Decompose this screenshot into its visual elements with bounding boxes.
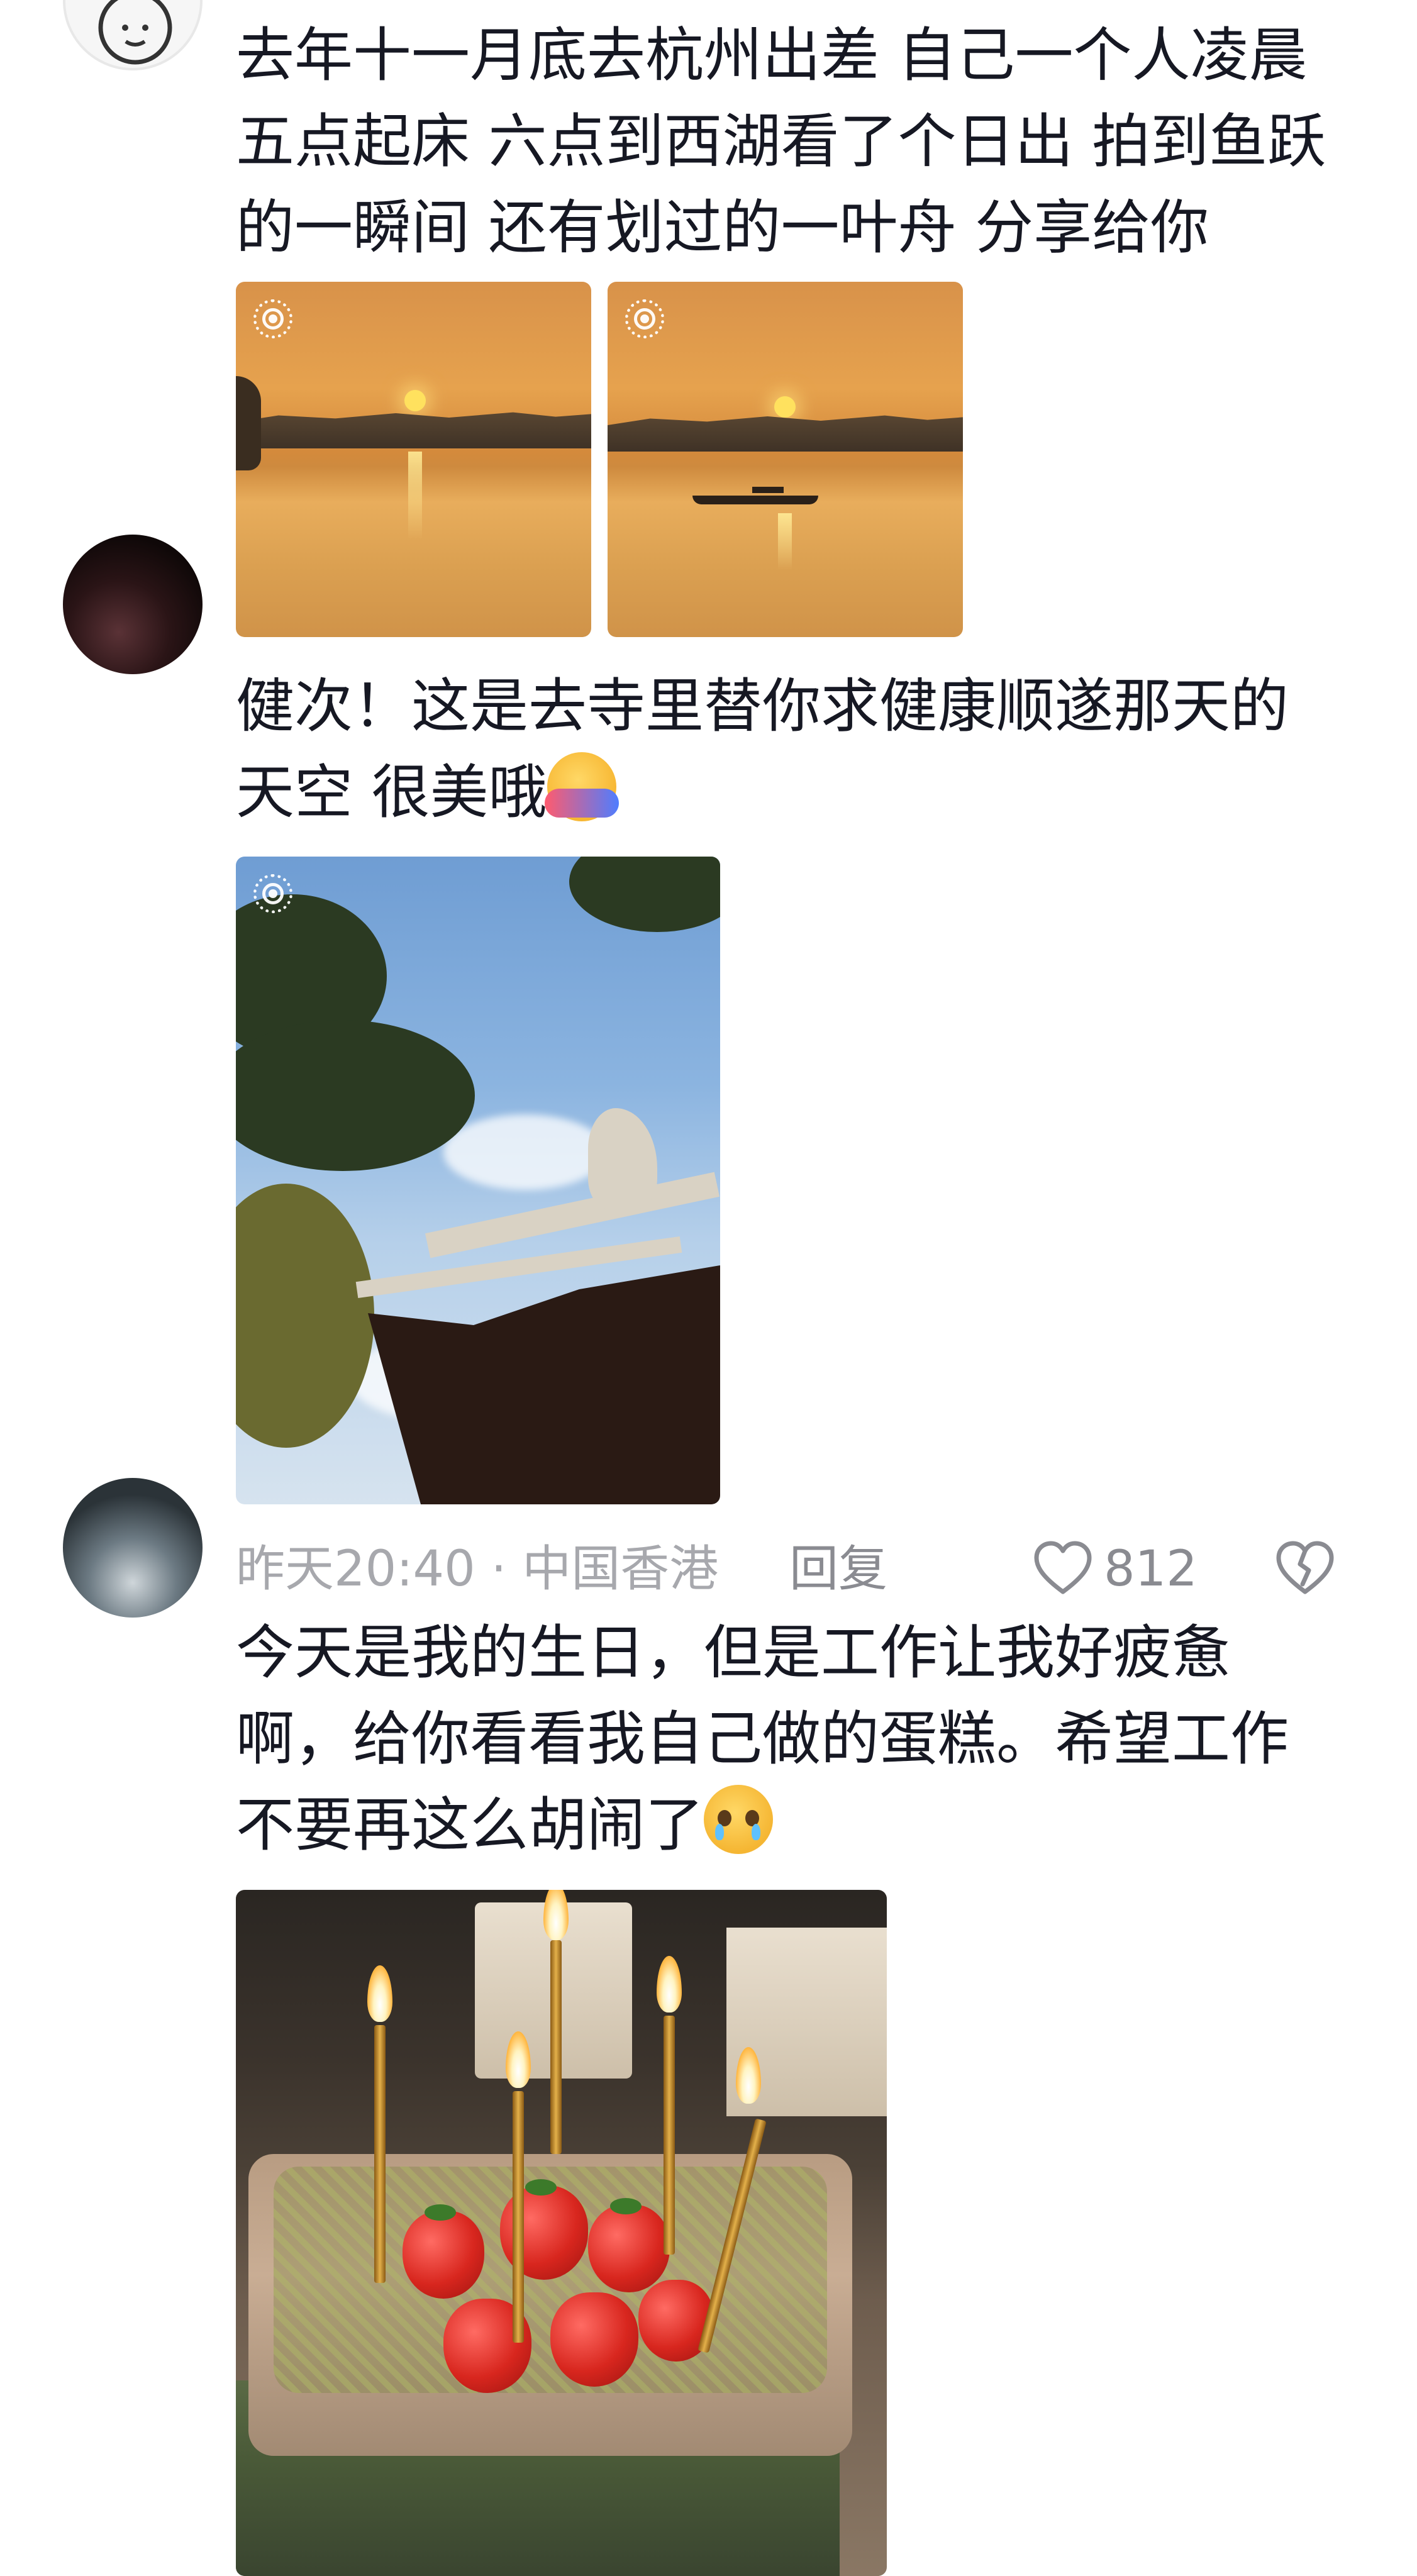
commenter-avatar[interactable]: [63, 1478, 203, 1618]
comment-text: 今天是我的生日，但是工作让我好疲惫 啊，给你看看我自己做的蛋糕。希望工作 不要再…: [236, 1610, 1343, 1868]
live-photo-icon: [625, 299, 664, 338]
comment-line-text: 不要再这么胡闹了: [236, 1791, 704, 1859]
sunrise-photo[interactable]: [236, 282, 591, 637]
roof-shape: [368, 1265, 720, 1504]
sun-reflection-shape: [408, 452, 422, 540]
tree-foliage-shape: [236, 1184, 374, 1448]
candle-flame-shape: [657, 1956, 682, 2012]
reply-button[interactable]: 回复: [789, 1535, 887, 1604]
sun-reflection-shape: [778, 513, 792, 570]
comment-location: 中国香港: [522, 1541, 719, 1597]
pine-foliage-shape: [236, 1020, 475, 1171]
temple-roof-photo[interactable]: [236, 857, 720, 1504]
comment-line: 天空 很美哦: [236, 750, 1343, 836]
meta-separator: ·: [491, 1541, 507, 1597]
strawberry-leaf-shape: [525, 2179, 557, 2196]
comment-line: 健次！这是去寺里替你求健康顺遂那天的: [236, 672, 1289, 740]
comment-line-text: 天空 很美哦: [236, 758, 547, 826]
birthday-cake-photo[interactable]: [236, 1890, 887, 2576]
candle-shape: [664, 2016, 675, 2255]
sunrise-boat-photo[interactable]: [608, 282, 963, 637]
comment-time: 昨天20:40: [236, 1541, 475, 1597]
live-photo-icon: [253, 299, 292, 338]
like-count: 812: [1104, 1541, 1198, 1597]
sun-shape: [404, 390, 426, 411]
comment-text: 去年十一月底去杭州出差 自己一个人凌晨 五点起床 六点到西湖看了个日出 拍到鱼跃…: [236, 13, 1343, 271]
candle-flame-shape: [367, 1965, 392, 2022]
cloud-shape: [443, 1114, 607, 1190]
candle-flame-shape: [543, 1890, 569, 1940]
broken-heart-icon[interactable]: [1274, 1538, 1336, 1601]
hugging-face-emoji-icon: [544, 752, 619, 821]
comment-line: 的一瞬间 还有划过的一叶舟 分享给你: [236, 194, 1209, 262]
comment-line: 啊，给你看看我自己做的蛋糕。希望工作: [236, 1705, 1289, 1773]
roof-ornament-shape: [588, 1108, 657, 1209]
holding-back-tears-emoji-icon: [704, 1785, 773, 1854]
strawberry-shape: [403, 2211, 484, 2299]
comment-line: 去年十一月底去杭州出差 自己一个人凌晨: [236, 21, 1308, 89]
comment-line: 今天是我的生日，但是工作让我好疲惫: [236, 1619, 1230, 1687]
boat-roof-shape: [752, 487, 784, 493]
tree-shape: [236, 376, 261, 470]
comment-line: 不要再这么胡闹了: [236, 1782, 1343, 1868]
pine-foliage-shape: [569, 857, 720, 932]
sun-shape: [774, 396, 796, 418]
comment-meta: 昨天20:40 · 中国香港: [236, 1535, 718, 1604]
candle-shape: [374, 2025, 386, 2283]
candle-shape: [550, 1940, 562, 2154]
boat-shape: [692, 496, 818, 504]
candle-shape: [513, 2091, 524, 2343]
commenter-avatar[interactable]: [63, 0, 203, 70]
comment-line: 五点起床 六点到西湖看了个日出 拍到鱼跃: [236, 108, 1326, 175]
strawberry-shape: [588, 2204, 670, 2292]
strawberry-leaf-shape: [610, 2198, 642, 2214]
avatar-face-icon: [98, 0, 172, 65]
strawberry-shape: [550, 2292, 638, 2387]
commenter-avatar[interactable]: [63, 535, 203, 674]
strawberry-leaf-shape: [425, 2204, 456, 2221]
comment-text: 健次！这是去寺里替你求健康顺遂那天的 天空 很美哦: [236, 663, 1343, 836]
live-photo-icon: [253, 874, 292, 913]
heart-icon[interactable]: [1031, 1538, 1094, 1601]
